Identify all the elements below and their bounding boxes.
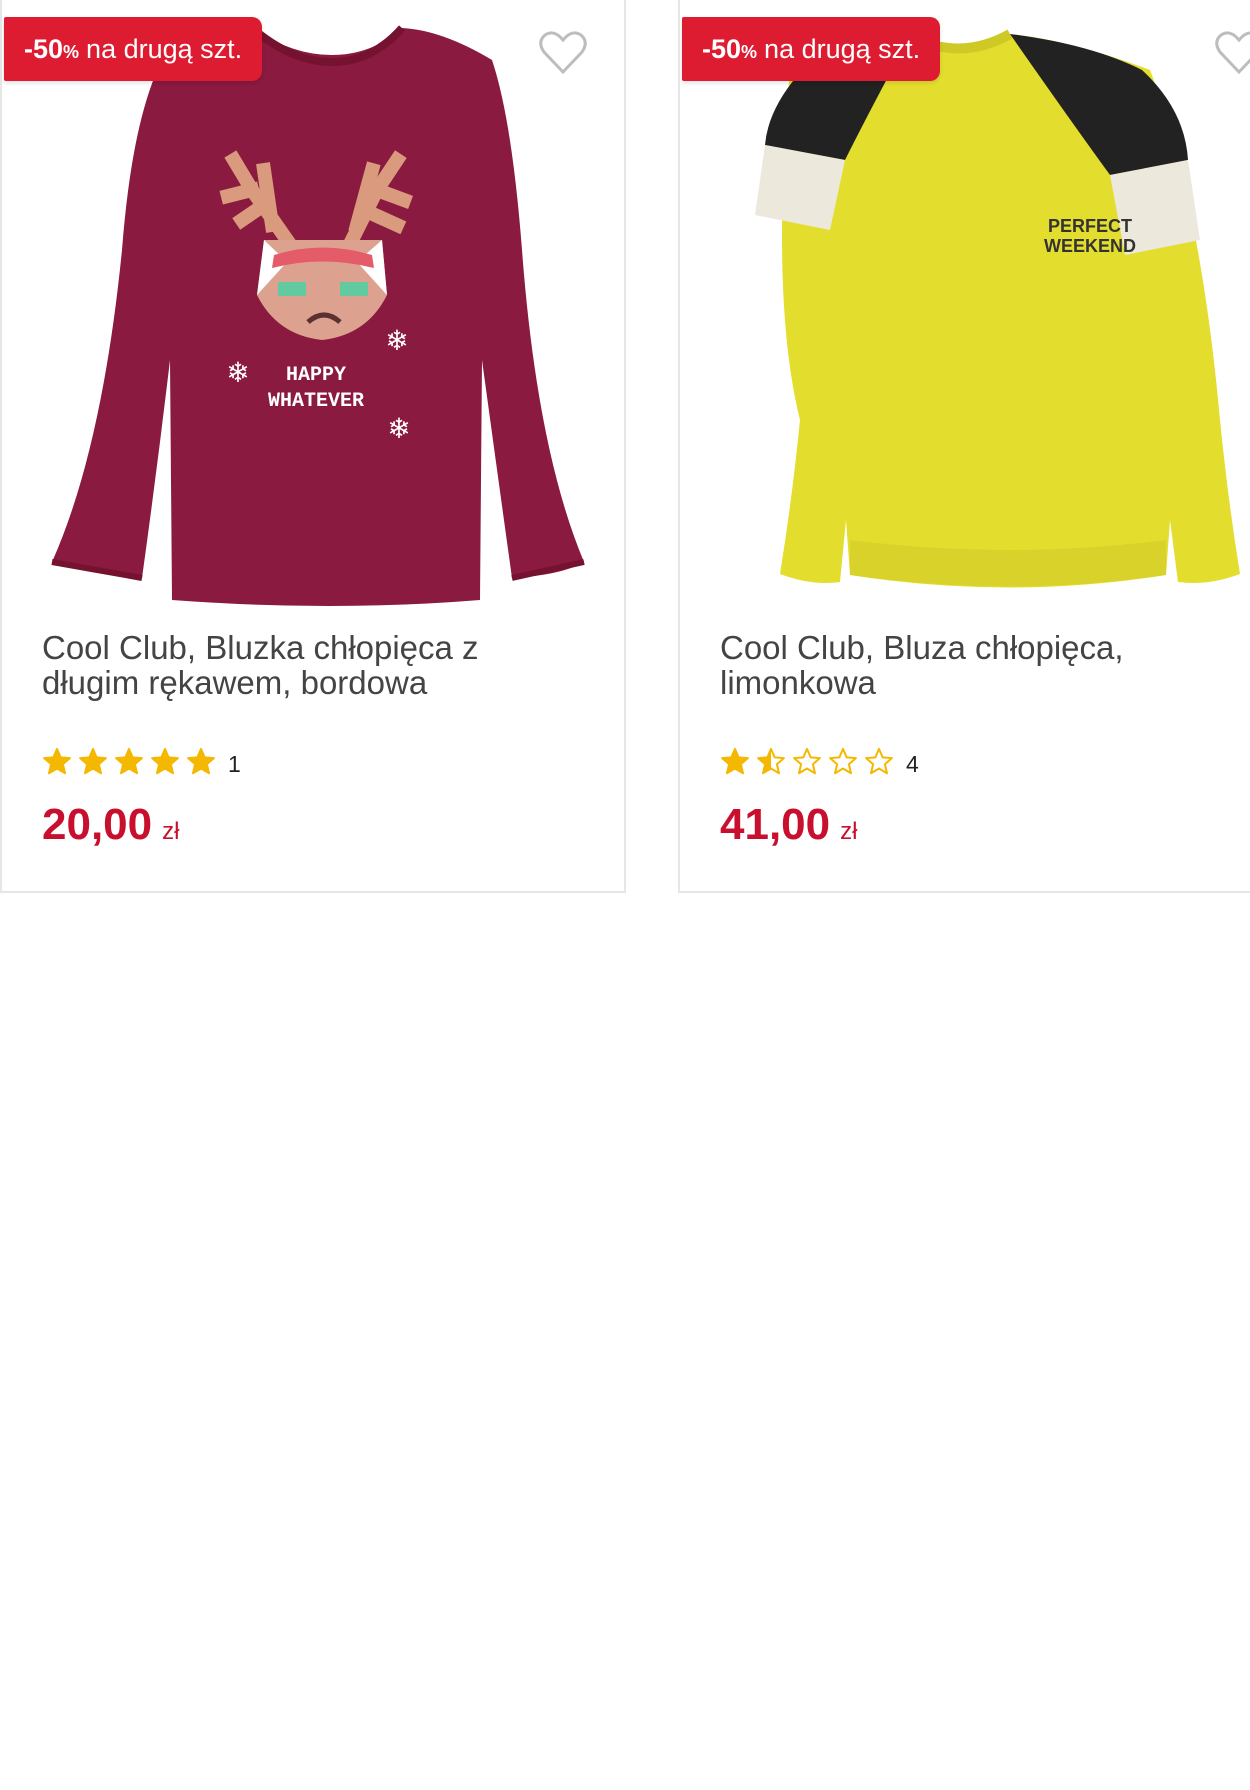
- rating-stars: [720, 747, 900, 782]
- star-icon: [43, 747, 71, 774]
- star-icon: [829, 747, 857, 774]
- product-price: 20,00 zł: [42, 800, 179, 850]
- heart-outline-icon[interactable]: [1214, 30, 1250, 76]
- product-card[interactable]: HAPPY WHATEVER ❄ ❄ ❄ -50% na drugą szt. Coo…: [0, 0, 626, 893]
- star-icon: [151, 747, 179, 774]
- rating-count: 4: [906, 750, 919, 777]
- svg-text:❄: ❄: [387, 413, 410, 444]
- discount-badge: -50% na drugą szt.: [4, 17, 263, 81]
- heart-outline-icon[interactable]: [538, 30, 588, 76]
- price-currency: zł: [162, 818, 180, 845]
- star-icon: [115, 747, 143, 774]
- svg-text:❄: ❄: [226, 357, 249, 388]
- product-image[interactable]: HAPPY WHATEVER ❄ ❄ ❄: [2, 0, 624, 620]
- price-amount: 41,00: [720, 800, 831, 849]
- star-icon: [721, 747, 749, 774]
- star-icon: [757, 747, 785, 774]
- star-icon: [79, 747, 107, 774]
- product-rating: 4: [720, 746, 919, 782]
- star-icon: [793, 747, 821, 774]
- product-title[interactable]: Cool Club, Bluza chłopięca, limonkowa: [720, 630, 1240, 700]
- product-rating: 1: [42, 746, 241, 782]
- product-title[interactable]: Cool Club, Bluzka chłopięca z długim ręk…: [42, 630, 562, 700]
- svg-text:❄: ❄: [385, 325, 408, 356]
- price-currency: zł: [840, 818, 858, 845]
- rating-stars: [42, 747, 222, 782]
- product-card[interactable]: PERFECT WEEKEND -50% na drugą szt. Cool C…: [678, 0, 1250, 893]
- star-icon: [187, 747, 215, 774]
- product-price: 41,00 zł: [720, 800, 857, 850]
- star-icon: [865, 747, 893, 774]
- discount-badge: -50% na drugą szt.: [682, 17, 941, 81]
- graphic-text-line1: HAPPY: [286, 364, 346, 387]
- price-amount: 20,00: [42, 800, 153, 849]
- graphic-text-line1: PERFECT: [1048, 216, 1132, 236]
- graphic-text-line2: WHATEVER: [268, 390, 364, 413]
- rating-count: 1: [228, 750, 241, 777]
- graphic-text-line2: WEEKEND: [1044, 236, 1136, 256]
- product-image[interactable]: PERFECT WEEKEND: [680, 0, 1250, 620]
